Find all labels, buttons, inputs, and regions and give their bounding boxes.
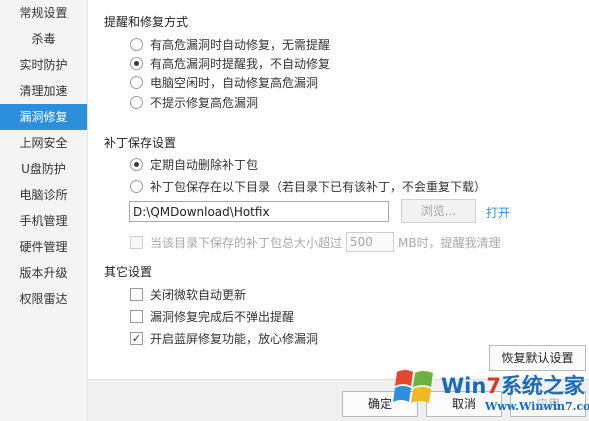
ok-button[interactable]: 确定	[342, 391, 418, 417]
option-prompt-no-auto-repair[interactable]: 有高危漏洞时提醒我，不自动修复	[130, 55, 330, 71]
option-label: 补丁包保存在以下目录（若目录下已有该补丁，不会重复下载）	[150, 179, 487, 194]
apply-button[interactable]: 应用	[510, 391, 586, 417]
radio-button[interactable]	[130, 37, 143, 51]
option-enable-bluescreen-repair[interactable]: ✓ 开启蓝屏修复功能，放心修漏洞	[130, 330, 318, 346]
radio-button-selected[interactable]	[130, 157, 143, 171]
option-label: 开启蓝屏修复功能，放心修漏洞	[150, 331, 319, 346]
option-disable-microsoft-auto-update[interactable]: 关闭微软自动更新	[130, 286, 246, 302]
radio-button[interactable]	[130, 179, 143, 193]
option-label: 漏洞修复完成后不弹出提醒	[150, 309, 295, 324]
option-auto-delete-patches[interactable]: 定期自动删除补丁包	[130, 156, 258, 172]
option-repair-when-idle[interactable]: 电脑空闲时，自动修复高危漏洞	[130, 74, 318, 90]
sidebar-item-version-upgrade[interactable]: 版本升级	[0, 260, 87, 286]
browse-button[interactable]: 浏览...	[401, 199, 476, 223]
option-save-patches-to-directory[interactable]: 补丁包保存在以下目录（若目录下已有该补丁，不会重复下载）	[130, 178, 486, 194]
sidebar-item-permission-radar[interactable]: 权限雷达	[0, 286, 87, 312]
checkbox[interactable]	[130, 287, 143, 301]
option-no-popup-after-repair[interactable]: 漏洞修复完成后不弹出提醒	[130, 308, 294, 324]
checkbox[interactable]	[130, 309, 143, 323]
settings-sidebar: 常规设置 杀毒 实时防护 清理加速 漏洞修复 上网安全 U盘防护 电脑诊所 手机…	[0, 0, 88, 421]
option-label: 不提示修复高危漏洞	[150, 95, 259, 110]
cancel-button[interactable]: 取消	[426, 391, 502, 417]
sidebar-item-pc-clinic[interactable]: 电脑诊所	[0, 182, 87, 208]
option-size-limit-reminder[interactable]: 当该目录下保存的补丁包总大小超过 500 MB时，提醒我清理	[130, 231, 501, 253]
patch-directory-input[interactable]	[129, 201, 389, 222]
sidebar-item-general[interactable]: 常规设置	[0, 0, 87, 26]
open-directory-link[interactable]: 打开	[486, 204, 510, 221]
option-label: 定期自动删除补丁包	[150, 157, 259, 172]
radio-button-selected[interactable]	[130, 56, 143, 70]
size-limit-input[interactable]: 500	[346, 232, 395, 252]
size-limit-prefix: 当该目录下保存的补丁包总大小超过	[150, 235, 343, 250]
option-auto-repair-no-prompt[interactable]: 有高危漏洞时自动修复，无需提醒	[130, 36, 330, 52]
sidebar-item-cleanup[interactable]: 清理加速	[0, 78, 87, 104]
settings-panel: 提醒和修复方式 有高危漏洞时自动修复，无需提醒 有高危漏洞时提醒我，不自动修复 …	[88, 0, 589, 421]
option-no-repair-prompt[interactable]: 不提示修复高危漏洞	[130, 94, 258, 110]
sidebar-item-antivirus[interactable]: 杀毒	[0, 26, 87, 52]
sidebar-item-phone-management[interactable]: 手机管理	[0, 208, 87, 234]
option-label: 电脑空闲时，自动修复高危漏洞	[150, 75, 319, 90]
section-title-patch-save: 补丁保存设置	[104, 136, 177, 150]
checkbox-checked[interactable]: ✓	[130, 331, 143, 345]
radio-button[interactable]	[130, 75, 143, 89]
sidebar-item-usb-protection[interactable]: U盘防护	[0, 156, 87, 182]
sidebar-item-web-security[interactable]: 上网安全	[0, 130, 87, 156]
restore-defaults-button[interactable]: 恢复默认设置	[489, 345, 586, 371]
sidebar-item-hardware-management[interactable]: 硬件管理	[0, 234, 87, 260]
radio-button[interactable]	[130, 95, 143, 109]
sidebar-item-vulnerability-repair[interactable]: 漏洞修复	[0, 104, 87, 130]
option-label: 有高危漏洞时自动修复，无需提醒	[150, 37, 331, 52]
section-title-other: 其它设置	[104, 265, 153, 279]
option-label: 有高危漏洞时提醒我，不自动修复	[150, 56, 331, 71]
sidebar-item-realtime-protection[interactable]: 实时防护	[0, 52, 87, 78]
option-label: 关闭微软自动更新	[150, 287, 247, 302]
size-limit-suffix: MB时，提醒我清理	[398, 235, 501, 250]
checkbox[interactable]	[130, 235, 143, 249]
section-title-repair-mode: 提醒和修复方式	[104, 15, 189, 29]
